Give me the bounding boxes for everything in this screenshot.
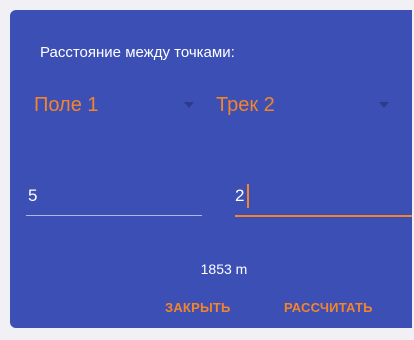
dropdown-arrow-icon xyxy=(184,102,194,108)
from-value-text: 5 xyxy=(28,186,38,205)
input-underline-focused xyxy=(235,215,412,217)
distance-result: 1853 m xyxy=(10,261,412,277)
to-value-text: 2 xyxy=(235,186,245,205)
to-point-selected: Трек 2 xyxy=(216,93,275,116)
dialog-title: Расстояние между точками: xyxy=(40,44,235,61)
to-value-input[interactable]: 2 xyxy=(235,182,412,217)
calculate-button[interactable]: РАССЧИТАТЬ xyxy=(284,300,373,315)
to-point-spinner[interactable]: Трек 2 xyxy=(216,88,402,122)
distance-dialog: Расстояние между точками: Поле 1 Трек 2 … xyxy=(10,10,412,328)
distance-result-text: 1853 m xyxy=(200,261,248,277)
input-underline xyxy=(26,215,202,216)
text-cursor xyxy=(247,184,249,208)
from-point-selected: Поле 1 xyxy=(34,93,99,116)
close-button[interactable]: ЗАКРЫТЬ xyxy=(165,300,231,315)
from-value-input[interactable]: 5 xyxy=(26,182,202,216)
from-point-spinner[interactable]: Поле 1 xyxy=(34,88,206,122)
dropdown-arrow-icon xyxy=(379,102,389,108)
